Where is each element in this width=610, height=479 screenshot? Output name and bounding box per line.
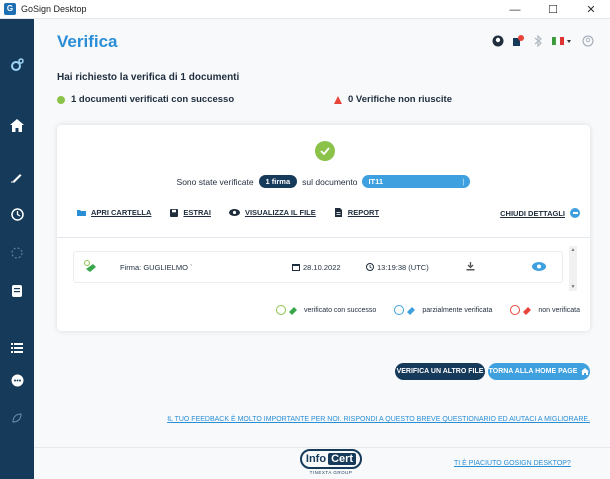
download-icon[interactable]: [466, 261, 532, 273]
verify-another-label: VERIFICA UN ALTRO FILE: [396, 368, 484, 375]
window-controls: — ☐ ✕: [496, 0, 610, 19]
eye-icon: [228, 209, 240, 217]
loading-icon[interactable]: [0, 247, 34, 259]
folder-icon: [77, 209, 86, 217]
card-actions: APRI CARTELLA ESTRAI VISUALIZZA IL FILE …: [77, 208, 379, 217]
chat-icon[interactable]: [0, 374, 34, 387]
success-legend-label: verificato con successo: [303, 306, 377, 314]
app-logo-icon: G: [4, 3, 16, 15]
signature-date: 28.10.2022: [292, 263, 366, 272]
verify-another-file-button[interactable]: VERIFICA UN ALTRO FILE: [395, 363, 485, 380]
logo-info-text: Info: [305, 453, 327, 465]
close-details-label: CHIUDI DETTAGLI: [500, 208, 565, 218]
signature-row[interactable]: Firma: GUGLIELMO ` 28.10.2022 13:19:38 (…: [73, 251, 563, 283]
failed-legend-label: non verificata: [538, 306, 580, 314]
home-icon[interactable]: [0, 119, 34, 132]
signature-time: 13:19:38 (UTC): [366, 263, 466, 272]
partial-legend-icon: [394, 305, 416, 315]
close-button[interactable]: ✕: [572, 0, 610, 19]
window-titlebar: G GoSign Desktop — ☐ ✕: [0, 0, 610, 19]
view-file-button[interactable]: VISUALIZZA IL FILE: [228, 208, 316, 217]
scroll-down-icon[interactable]: ▼: [569, 283, 577, 291]
checkmark-icon: [315, 141, 335, 161]
signature-date-value: 28.10.2022: [303, 262, 341, 272]
home-button-icon: [581, 368, 590, 375]
signature-count-badge: 1 firma: [258, 175, 298, 188]
open-folder-label: APRI CARTELLA: [91, 208, 152, 217]
report-button[interactable]: REPORT: [334, 208, 379, 217]
card-divider: [57, 237, 590, 238]
feedback-link[interactable]: IL TUO FEEDBACK È MOLTO IMPORTANTE PER N…: [167, 416, 590, 423]
maximize-button[interactable]: ☐: [534, 0, 572, 19]
database-icon[interactable]: [0, 284, 34, 298]
save-icon: [169, 208, 178, 217]
view-signature-icon[interactable]: [532, 261, 546, 273]
sign-pen-icon[interactable]: [0, 171, 34, 183]
collapse-icon: [570, 208, 580, 218]
signature-status-icon: [84, 259, 97, 275]
open-folder-button[interactable]: APRI CARTELLA: [77, 208, 151, 217]
logo-cert-text: Cert: [328, 453, 357, 465]
infocert-logo: Info Cert TINEXTA GROUP: [300, 449, 362, 475]
extract-label: ESTRAI: [183, 208, 211, 217]
leaf-icon[interactable]: [0, 413, 34, 423]
window-title: GoSign Desktop: [21, 4, 87, 14]
logo-subtitle: TINEXTA GROUP: [309, 470, 353, 475]
list-icon[interactable]: [0, 343, 34, 353]
partial-legend-label: parzialmente verificata: [422, 306, 493, 314]
details-scrollbar[interactable]: ▲ ▼: [569, 246, 577, 291]
success-legend-icon: [275, 305, 298, 315]
main-content: Verifica Hai richiesto la verifica di 1 …: [34, 19, 610, 479]
sidebar: [0, 19, 34, 479]
bluetooth-icon[interactable]: [532, 35, 544, 47]
language-flag-icon[interactable]: [552, 35, 574, 47]
liked-gosign-link[interactable]: TI È PIACIUTO GOSIGN DESKTOP?: [454, 460, 571, 467]
success-dot-icon: [57, 95, 65, 104]
success-count: 1 documenti verificati con successo: [57, 94, 234, 105]
user-support-icon[interactable]: [492, 35, 504, 47]
time-icon: [366, 263, 374, 271]
document-icon: [334, 208, 343, 217]
home-page-button[interactable]: TORNA ALLA HOME PAGE: [488, 363, 590, 380]
header-icons: [492, 35, 594, 47]
signature-label: Firma: GUGLIELMO `: [120, 262, 193, 272]
page-title: Verifica: [57, 32, 118, 51]
view-file-label: VISUALIZZA IL FILE: [244, 208, 316, 217]
failure-text: 0 Verifiche non riuscite: [348, 94, 453, 105]
verified-prefix: Sono state verificate: [176, 176, 254, 187]
home-page-label: TORNA ALLA HOME PAGE: [488, 368, 578, 375]
close-details-button[interactable]: CHIUDI DETTAGLI: [500, 208, 580, 218]
verification-summary: Hai richiesto la verifica di 1 documenti: [57, 72, 240, 83]
failed-legend-icon: [510, 305, 532, 315]
on-document-text: sul documento: [302, 176, 358, 187]
success-text: 1 documenti verificati con successo: [71, 94, 235, 105]
notification-icon[interactable]: [512, 35, 524, 47]
gears-icon: [0, 57, 34, 73]
extract-button[interactable]: ESTRAI: [169, 208, 211, 217]
clock-icon[interactable]: [0, 208, 34, 221]
warning-icon: [334, 95, 342, 104]
status-legend: verificato con successo parzialmente ver…: [275, 305, 580, 315]
document-name: IT11: [368, 177, 384, 186]
failure-count: 0 Verifiche non riuscite: [334, 94, 452, 105]
minimize-button[interactable]: —: [496, 0, 534, 19]
calendar-icon: [292, 264, 300, 271]
profile-icon[interactable]: [582, 35, 594, 47]
document-name-badge: IT11 |: [362, 175, 471, 188]
signature-time-value: 13:19:38 (UTC): [377, 262, 429, 272]
scroll-up-icon[interactable]: ▲: [569, 246, 577, 254]
verification-card: Sono state verificate 1 firma sul docume…: [57, 125, 590, 331]
report-label: REPORT: [347, 208, 380, 217]
verification-result-line: Sono state verificate 1 firma sul docume…: [57, 175, 590, 188]
footer-divider: [34, 447, 610, 448]
